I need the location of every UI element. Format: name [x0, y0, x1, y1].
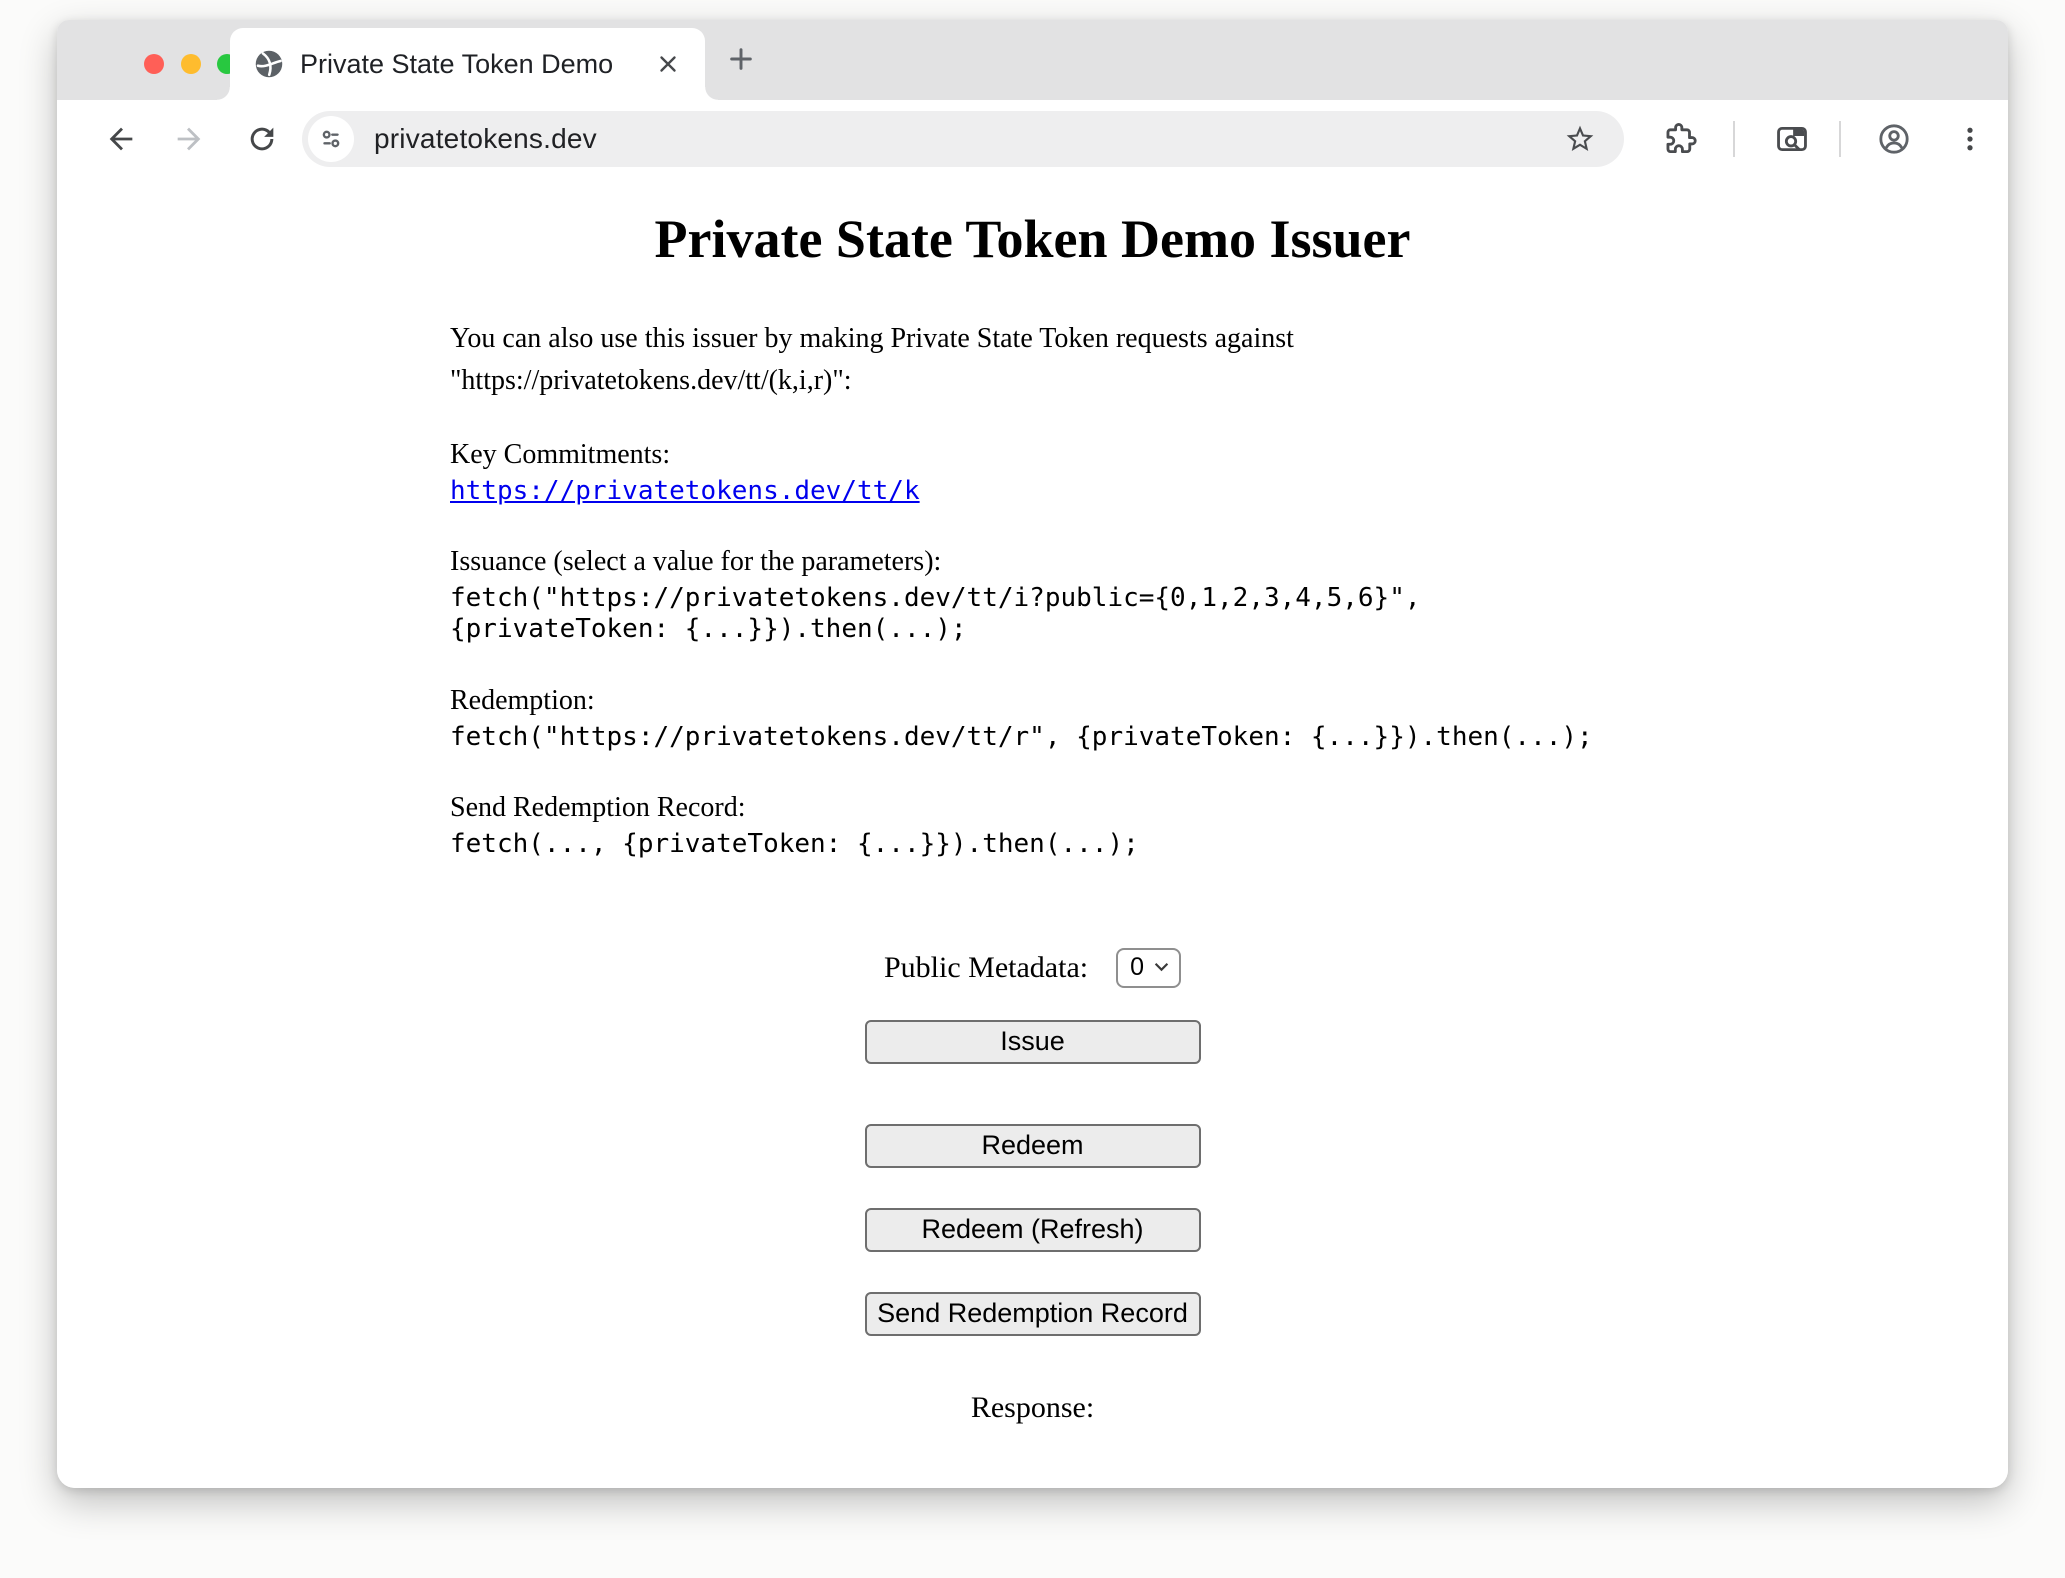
- issuance-code: fetch("https://privatetokens.dev/tt/i?pu…: [450, 583, 1615, 645]
- forward-icon[interactable]: [172, 122, 206, 156]
- window-minimize-button[interactable]: [181, 54, 201, 74]
- public-metadata-label: Public Metadata:: [884, 951, 1088, 985]
- screen: Private State Token Demo: [0, 0, 2065, 1578]
- site-settings-button[interactable]: [308, 116, 354, 162]
- issuance-label: Issuance (select a value for the paramet…: [450, 541, 1615, 583]
- new-tab-button[interactable]: [725, 43, 757, 75]
- tab-favicon-globe-icon: [254, 49, 284, 79]
- public-metadata-select[interactable]: 0: [1116, 948, 1181, 988]
- toolbar: privatetokens.dev: [57, 100, 2008, 178]
- back-icon[interactable]: [104, 122, 138, 156]
- tune-icon: [318, 126, 344, 152]
- public-metadata-value: 0: [1130, 953, 1144, 982]
- tab-title: Private State Token Demo: [300, 49, 655, 80]
- chevron-down-icon: [1154, 962, 1169, 972]
- reload-icon[interactable]: [245, 122, 279, 156]
- profile-icon[interactable]: [1877, 122, 1911, 156]
- send-rr-label: Send Redemption Record:: [450, 787, 1615, 829]
- toolbar-divider: [1839, 121, 1841, 157]
- redemption-label: Redemption:: [450, 680, 1615, 722]
- menu-kebab-icon[interactable]: [1955, 122, 1985, 156]
- redemption-section: Redemption: fetch("https://privatetokens…: [450, 680, 1615, 753]
- url-text: privatetokens.dev: [374, 123, 597, 155]
- tab-strip: Private State Token Demo: [57, 20, 2008, 100]
- url-bar[interactable]: privatetokens.dev: [302, 111, 1624, 167]
- key-commitments-section: Key Commitments: https://privatetokens.d…: [450, 434, 1615, 507]
- key-commitments-link[interactable]: https://privatetokens.dev/tt/k: [450, 476, 920, 506]
- intro-paragraph: You can also use this issuer by making P…: [450, 318, 1615, 402]
- response-label: Response:: [57, 1391, 2008, 1425]
- browser-window: Private State Token Demo: [57, 20, 2008, 1488]
- page-content: Private State Token Demo Issuer You can …: [57, 178, 2008, 1488]
- redeem-refresh-button[interactable]: Redeem (Refresh): [865, 1208, 1201, 1252]
- redeem-button[interactable]: Redeem: [865, 1124, 1201, 1168]
- toolbar-divider: [1733, 121, 1735, 157]
- send-redemption-record-button[interactable]: Send Redemption Record: [865, 1292, 1201, 1336]
- send-rr-section: Send Redemption Record: fetch(..., {priv…: [450, 787, 1615, 860]
- tab-close-icon[interactable]: [655, 51, 681, 77]
- side-panel-search-icon[interactable]: [1775, 122, 1809, 156]
- demo-form: Public Metadata: 0 Issue Redeem Redeem (…: [57, 948, 2008, 1425]
- window-close-button[interactable]: [144, 54, 164, 74]
- redemption-code: fetch("https://privatetokens.dev/tt/r", …: [450, 722, 1615, 753]
- bookmark-star-icon[interactable]: [1564, 123, 1596, 155]
- issuance-section: Issuance (select a value for the paramet…: [450, 541, 1615, 645]
- key-commitments-label: Key Commitments:: [450, 434, 1615, 476]
- browser-tab[interactable]: Private State Token Demo: [230, 28, 705, 100]
- extensions-icon[interactable]: [1663, 122, 1697, 156]
- issue-button[interactable]: Issue: [865, 1020, 1201, 1064]
- page-title: Private State Token Demo Issuer: [450, 208, 1615, 270]
- send-rr-code: fetch(..., {privateToken: {...}}).then(.…: [450, 829, 1615, 860]
